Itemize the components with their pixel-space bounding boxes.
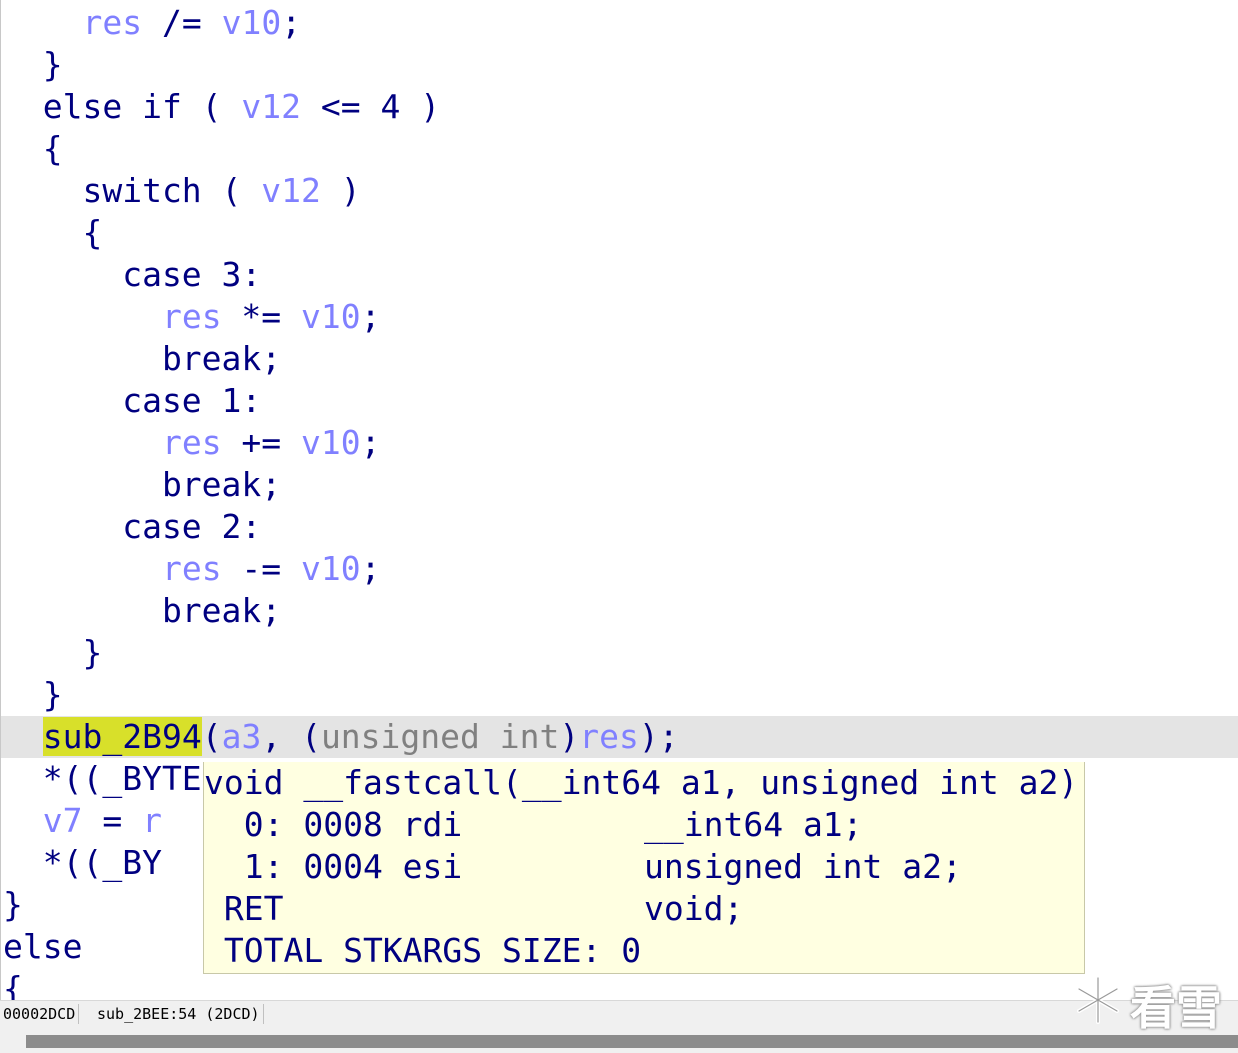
code-line[interactable]: } (1, 632, 1238, 674)
code-line[interactable]: { (1, 128, 1238, 170)
code-line[interactable]: res -= v10; (1, 548, 1238, 590)
code-line[interactable]: res *= v10; (1, 296, 1238, 338)
tooltip-ret-label: RET (204, 889, 284, 928)
code-line-current[interactable]: sub_2B94(a3, (unsigned int)res); (1, 716, 1238, 758)
code-line[interactable]: case 2: (1, 506, 1238, 548)
code-line[interactable]: case 1: (1, 380, 1238, 422)
code-line[interactable]: switch ( v12 ) (1, 170, 1238, 212)
scrollbar-thumb[interactable] (26, 1035, 1238, 1048)
tooltip-signature: void __fastcall(__int64 a1, unsigned int… (204, 763, 1079, 802)
code-line[interactable]: } (1, 44, 1238, 86)
tooltip-arg1-register: 1: 0004 esi (204, 847, 463, 886)
code-line[interactable]: case 3: (1, 254, 1238, 296)
code-line[interactable]: break; (1, 590, 1238, 632)
status-bar: 00002DCD sub_2BEE:54 (2DCD) (0, 1000, 1238, 1028)
code-line[interactable]: res /= v10; (1, 2, 1238, 44)
code-line[interactable]: { (1, 212, 1238, 254)
function-signature-tooltip: void __fastcall(__int64 a1, unsigned int… (203, 762, 1085, 974)
status-function-location: sub_2BEE:54 (2DCD) (94, 1004, 264, 1024)
tooltip-arg0-register: 0: 0008 rdi (204, 805, 463, 844)
code-line[interactable]: break; (1, 464, 1238, 506)
code-line[interactable]: res += v10; (1, 422, 1238, 464)
kanxue-watermark: 看雪 (1072, 974, 1232, 1036)
tooltip-ret-type: void; (644, 889, 744, 928)
highlighted-symbol[interactable]: sub_2B94 (42, 717, 202, 756)
tooltip-arg0-type: __int64 a1; (644, 805, 863, 844)
tooltip-stack-size: TOTAL STKARGS SIZE: 0 (204, 931, 642, 970)
watermark-text: 看雪 (1130, 981, 1222, 1035)
snowflake-icon (1072, 974, 1124, 1037)
code-line[interactable]: else if ( v12 <= 4 ) (1, 86, 1238, 128)
horizontal-scrollbar[interactable] (0, 1028, 1238, 1053)
status-address: 00002DCD (0, 1004, 80, 1024)
code-line[interactable]: } (1, 674, 1238, 716)
tooltip-arg1-type: unsigned int a2; (644, 847, 962, 886)
code-line[interactable]: break; (1, 338, 1238, 380)
